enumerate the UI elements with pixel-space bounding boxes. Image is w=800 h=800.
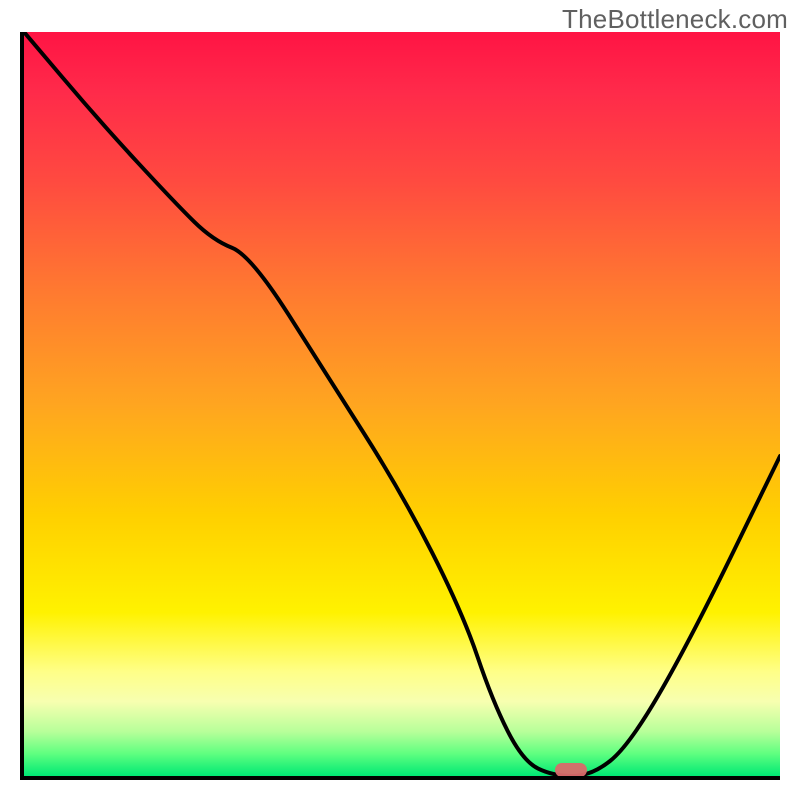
watermark-text: TheBottleneck.com [562, 4, 788, 35]
chart-container: TheBottleneck.com [0, 0, 800, 800]
optimal-marker [555, 763, 587, 777]
bottleneck-curve [24, 32, 780, 776]
plot-area [20, 32, 780, 780]
